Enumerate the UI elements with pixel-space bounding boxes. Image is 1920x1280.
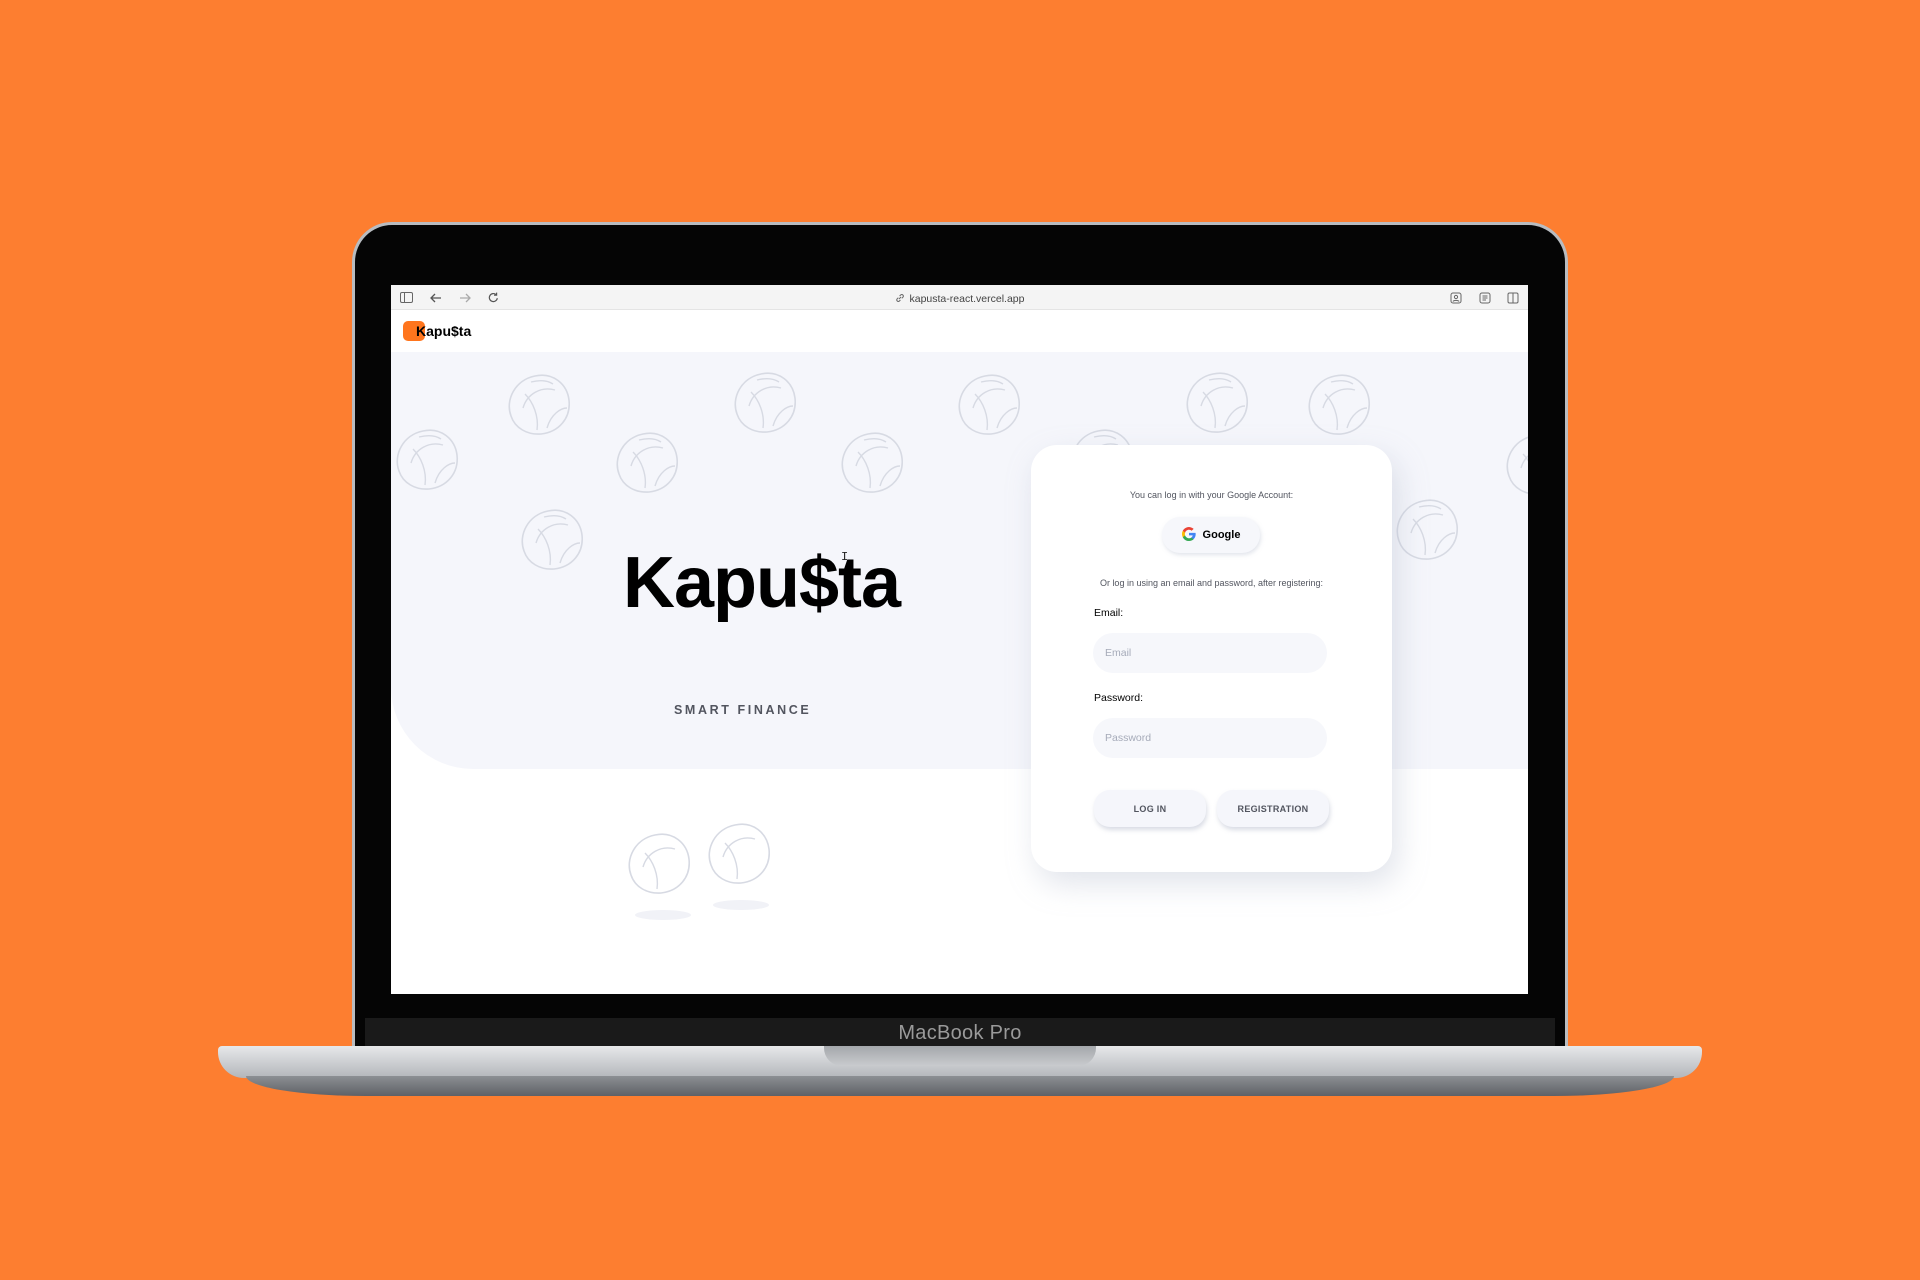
- text-cursor-icon: I: [841, 550, 849, 564]
- extension-icon[interactable]: [1448, 290, 1463, 305]
- logo[interactable]: Kapu$ta: [403, 320, 472, 342]
- browser-toolbar: kapusta-react.vercel.app: [391, 285, 1528, 310]
- google-icon: [1181, 526, 1196, 544]
- url-text: kapusta-react.vercel.app: [909, 293, 1025, 305]
- google-login-button[interactable]: Google: [1162, 517, 1260, 553]
- hero-subtitle: SMART FINANCE: [674, 703, 812, 717]
- auth-card: You can log in with your Google Account:…: [1031, 445, 1392, 872]
- app-header: Kapu$ta: [391, 310, 1528, 352]
- screen: kapusta-react.vercel.app Kapu$ta Kapu$ta…: [391, 285, 1528, 994]
- split-view-icon[interactable]: [1505, 290, 1520, 305]
- reader-icon[interactable]: [1477, 290, 1492, 305]
- link-icon: [895, 290, 905, 308]
- cabbage-decoration: [628, 823, 770, 920]
- google-hint: You can log in with your Google Account:: [1129, 490, 1294, 500]
- registration-button[interactable]: REGISTRATION: [1217, 790, 1329, 827]
- model-label: MacBook Pro: [898, 1021, 1022, 1044]
- laptop-notch: [824, 1046, 1096, 1066]
- hero-title: Kapu$ta: [623, 543, 901, 623]
- email-label: Email:: [1094, 607, 1124, 619]
- email-hint: Or log in using an email and password, a…: [1099, 578, 1324, 588]
- login-button[interactable]: LOG IN: [1094, 790, 1206, 827]
- laptop-base-shadow: [246, 1076, 1674, 1096]
- address-bar[interactable]: kapusta-react.vercel.app: [391, 290, 1528, 308]
- logo-text: Kapu$ta: [416, 323, 472, 339]
- bezel-bottom: MacBook Pro: [365, 1018, 1555, 1048]
- password-field[interactable]: [1093, 718, 1327, 758]
- google-button-label: Google: [1202, 529, 1241, 541]
- password-label: Password:: [1094, 692, 1144, 704]
- email-field[interactable]: [1093, 633, 1327, 673]
